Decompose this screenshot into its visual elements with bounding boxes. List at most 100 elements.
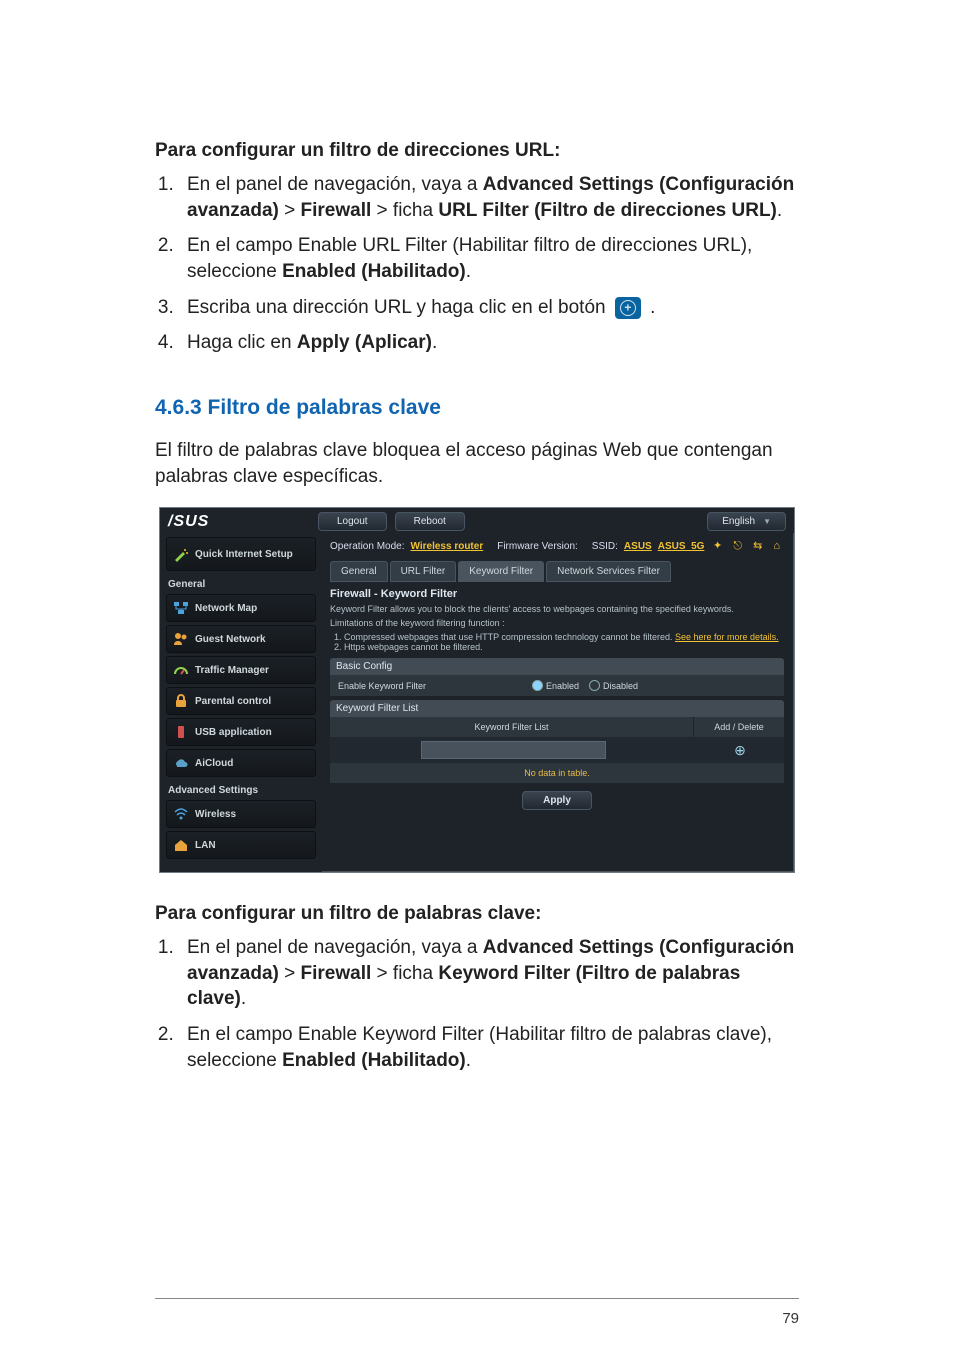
wand-icon <box>173 546 189 562</box>
usb-icon <box>173 724 189 740</box>
sidebar-item-label: AiCloud <box>195 758 233 769</box>
text: Compressed webpages that use HTTP compre… <box>344 632 675 642</box>
text: . <box>241 988 246 1009</box>
status-icons: ✦ ⎋ ⇆ ⌂ <box>713 539 784 553</box>
language-select[interactable]: English ▼ <box>707 512 786 531</box>
section-heading: 4.6.3 Filtro de palabras clave <box>155 396 799 420</box>
sidebar-group-advanced: Advanced Settings <box>168 785 314 796</box>
reboot-button[interactable]: Reboot <box>395 512 465 531</box>
tab-url-filter[interactable]: URL Filter <box>390 561 457 582</box>
panel-title: Firewall - Keyword Filter <box>330 588 784 600</box>
sidebar-item-network-map[interactable]: Network Map <box>166 594 316 622</box>
step-3: Escriba una dirección URL y haga clic en… <box>179 295 799 321</box>
text: > <box>279 200 301 221</box>
sidebar-item-label: Quick Internet Setup <box>195 549 293 560</box>
add-keyword-button[interactable]: ⊕ <box>696 738 784 763</box>
text: En el panel de navegación, vaya a <box>187 937 483 958</box>
sidebar-item-label: LAN <box>195 840 216 851</box>
keyword-input[interactable] <box>421 741 606 759</box>
step-4: Haga clic en Apply (Aplicar). <box>179 330 799 356</box>
step-1: En el panel de navegación, vaya a Advanc… <box>179 935 799 1012</box>
step-2: En el campo Enable URL Filter (Habilitar… <box>179 233 799 284</box>
section-body: El filtro de palabras clave bloquea el a… <box>155 438 799 491</box>
apply-button[interactable]: Apply <box>522 791 592 810</box>
cloud-icon <box>173 755 189 771</box>
sidebar-item-label: Guest Network <box>195 634 266 645</box>
see-here-link[interactable]: See here for more details. <box>675 632 779 642</box>
sidebar-item-aicloud[interactable]: AiCloud <box>166 749 316 777</box>
text: . <box>466 261 471 282</box>
col-keyword: Keyword Filter List <box>330 717 693 737</box>
url-filter-steps: En el panel de navegación, vaya a Advanc… <box>155 172 799 356</box>
tab-network-services-filter[interactable]: Network Services Filter <box>546 561 671 582</box>
text: . <box>432 332 437 353</box>
footer-rule <box>155 1298 799 1299</box>
text: Firewall <box>301 963 372 984</box>
sidebar-item-wireless[interactable]: Wireless <box>166 800 316 828</box>
network-icon <box>173 600 189 616</box>
text: > ficha <box>371 200 438 221</box>
asus-logo: /SUS <box>168 513 318 531</box>
sidebar-item-usb-application[interactable]: USB application <box>166 718 316 746</box>
panel-notes: Compressed webpages that use HTTP compre… <box>330 632 784 652</box>
ssid1-link[interactable]: ASUS <box>624 541 652 552</box>
keyword-filter-steps: En el panel de navegación, vaya a Advanc… <box>155 935 799 1073</box>
basic-config-header: Basic Config <box>330 658 784 675</box>
wifi-icon <box>173 806 189 822</box>
enabled-text: Enabled <box>546 681 579 691</box>
empty-table-text: No data in table. <box>330 763 784 783</box>
step-1: En el panel de navegación, vaya a Advanc… <box>179 172 799 223</box>
sidebar-item-label: Wireless <box>195 809 236 820</box>
panel-desc: Keyword Filter allows you to block the c… <box>330 604 784 614</box>
sidebar-item-label: USB application <box>195 727 272 738</box>
page-number: 79 <box>782 1310 799 1327</box>
text: . <box>645 297 656 318</box>
chevron-down-icon: ▼ <box>763 517 771 526</box>
col-action: Add / Delete <box>693 717 784 737</box>
home-icon <box>173 837 189 853</box>
disabled-text: Disabled <box>603 681 638 691</box>
sidebar-item-traffic-manager[interactable]: Traffic Manager <box>166 656 316 684</box>
text: . <box>466 1050 471 1071</box>
fwver-label: Firmware Version: <box>497 541 578 552</box>
note-1: Compressed webpages that use HTTP compre… <box>344 632 784 642</box>
ssid2-link[interactable]: ASUS_5G <box>658 541 705 552</box>
keyword-list-columns: Keyword Filter List Add / Delete <box>330 717 784 737</box>
opmode-label: Operation Mode: <box>330 541 405 552</box>
disabled-radio[interactable] <box>589 680 600 691</box>
text: Apply (Aplicar) <box>297 332 432 353</box>
text: . <box>777 200 782 221</box>
enable-label: Enable Keyword Filter <box>338 681 522 691</box>
users-icon <box>173 631 189 647</box>
router-ui-screenshot: /SUS Logout Reboot English ▼ Quick Inter… <box>159 507 795 873</box>
gauge-icon <box>173 662 189 678</box>
status-line: Operation Mode: Wireless router Firmware… <box>330 539 784 553</box>
lock-icon <box>173 693 189 709</box>
firewall-tabs: General URL Filter Keyword Filter Networ… <box>330 561 784 582</box>
text: Enabled (Habilitado) <box>282 261 466 282</box>
text: En el campo Enable Keyword Filter (Habil… <box>187 1024 772 1071</box>
opmode-link[interactable]: Wireless router <box>411 541 484 552</box>
tab-general[interactable]: General <box>330 561 388 582</box>
url-filter-heading: Para configurar un filtro de direcciones… <box>155 140 799 162</box>
plus-icon <box>615 297 641 319</box>
text: Enabled (Habilitado) <box>282 1050 466 1071</box>
enable-keyword-row: Enable Keyword Filter Enabled Disabled <box>330 675 784 696</box>
ssid-label: SSID: <box>592 541 618 552</box>
sidebar: Quick Internet Setup General Network Map… <box>160 533 322 872</box>
text: Firewall <box>301 200 372 221</box>
sidebar-item-guest-network[interactable]: Guest Network <box>166 625 316 653</box>
text: > ficha <box>371 963 438 984</box>
enabled-radio[interactable] <box>532 680 543 691</box>
keyword-filter-heading: Para configurar un filtro de palabras cl… <box>155 903 799 925</box>
keyword-input-row: ⊕ <box>330 737 784 763</box>
panel-limits: Limitations of the keyword filtering fun… <box>330 618 784 628</box>
sidebar-item-lan[interactable]: LAN <box>166 831 316 859</box>
sidebar-item-parental-control[interactable]: Parental control <box>166 687 316 715</box>
sidebar-item-label: Traffic Manager <box>195 665 269 676</box>
sidebar-item-quick-setup[interactable]: Quick Internet Setup <box>166 537 316 571</box>
text: > <box>279 963 301 984</box>
tab-keyword-filter[interactable]: Keyword Filter <box>458 561 544 582</box>
sidebar-group-general: General <box>168 579 314 590</box>
logout-button[interactable]: Logout <box>318 512 387 531</box>
